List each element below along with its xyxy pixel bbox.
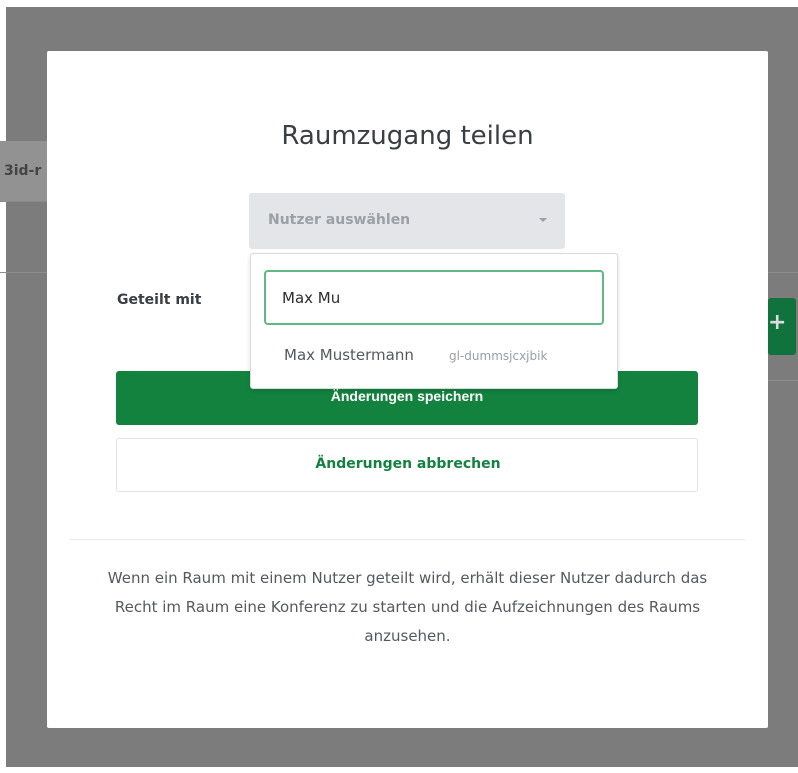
background-divider [0, 272, 51, 273]
modal-divider [70, 539, 745, 540]
user-select[interactable]: Nutzer auswählen [249, 193, 565, 249]
user-select-placeholder: Nutzer auswählen [268, 212, 411, 228]
user-option-id: gl-dummsjcxjbik [449, 349, 548, 363]
user-search-input[interactable] [264, 270, 604, 325]
background-tab-label: 3id-r [4, 163, 42, 179]
user-option[interactable]: Max Mustermann gl-dummsjcxjbik [251, 336, 617, 376]
user-search-dropdown: Max Mustermann gl-dummsjcxjbik [250, 253, 618, 389]
modal-title: Raumzugang teilen [281, 121, 534, 151]
chevron-down-icon [539, 218, 547, 222]
help-text: Wenn ein Raum mit einem Nutzer geteilt w… [107, 569, 708, 645]
background-divider [768, 380, 798, 381]
cancel-changes-button[interactable]: Änderungen abbrechen [116, 438, 698, 492]
background-plus-icon: + [768, 310, 787, 335]
share-room-modal: Raumzugang teilen Nutzer auswählen Getei… [47, 51, 768, 728]
save-changes-label: Änderungen speichern [330, 388, 484, 404]
background-divider [768, 272, 798, 273]
user-option-name: Max Mustermann [284, 346, 414, 364]
shared-with-label: Geteilt mit [117, 292, 202, 308]
cancel-changes-label: Änderungen abbrechen [315, 456, 501, 472]
